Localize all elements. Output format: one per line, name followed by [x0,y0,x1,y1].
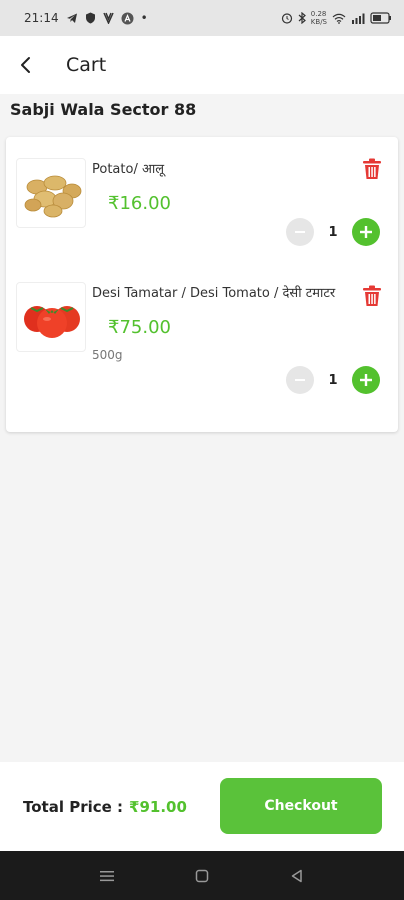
item-price: ₹75.00 [108,317,171,338]
checkout-bar: Total Price : ₹91.00 Checkout [0,762,404,851]
delete-button[interactable] [360,284,384,308]
quantity-stepper: 1 [286,218,380,246]
wifi-icon [332,13,346,24]
home-square-icon [195,869,209,882]
delete-button[interactable] [360,157,384,181]
minus-icon [295,379,305,381]
total-price-label: Total Price : [23,797,124,816]
increase-button[interactable] [352,218,380,246]
vpn-icon [102,12,114,24]
decrease-button[interactable] [286,366,314,394]
quantity-value: 1 [328,372,338,388]
system-nav-bar [0,851,404,900]
item-name: Potato/ आलू [92,162,165,177]
total-price-value: ₹91.00 [129,797,187,816]
trash-icon [363,158,381,179]
potato-image [16,158,86,228]
back-triangle-icon [291,869,302,882]
app-bar: Cart [0,36,404,94]
speed-unit: KB/S [310,18,327,26]
quantity-stepper: 1 [286,366,380,394]
increase-button[interactable] [352,366,380,394]
back-button[interactable] [4,43,48,87]
status-left: 21:14 • [24,11,148,25]
status-right: 0.28 KB/S [281,10,392,26]
battery-icon [370,12,392,24]
signal-icon [351,13,365,24]
cart-item-tomato: Desi Tamatar / Desi Tomato / देसी टमाटर … [6,267,398,417]
item-name: Desi Tamatar / Desi Tomato / देसी टमाटर [92,286,336,301]
minus-icon [295,231,305,233]
shield-icon [85,12,96,24]
tomato-image [16,282,86,352]
nav-menu-button[interactable] [87,856,127,896]
plus-icon [360,374,372,386]
back-arrow-icon [21,57,30,73]
store-name: Sabji Wala Sector 88 [10,100,197,119]
plus-icon [360,226,372,238]
page-title: Cart [66,54,107,76]
network-speed: 0.28 KB/S [311,10,327,26]
bluetooth-icon [298,12,306,24]
nav-back-button[interactable] [277,856,317,896]
status-time: 21:14 [24,11,59,25]
app-a-icon [121,12,134,25]
item-price: ₹16.00 [108,193,171,214]
telegram-icon [66,12,78,24]
menu-icon [100,870,115,881]
cart-list: Potato/ आलू ₹16.00 1 Desi Tamatar / Desi… [6,137,398,432]
speed-value: 0.28 [310,10,327,18]
status-bar: 21:14 • 0.28 KB/S [0,0,404,36]
checkout-button[interactable]: Checkout [220,778,382,834]
cart-item-potato: Potato/ आलू ₹16.00 1 [6,137,398,267]
quantity-value: 1 [328,224,338,240]
decrease-button[interactable] [286,218,314,246]
item-unit: 500g [92,348,123,362]
nav-home-button[interactable] [182,856,222,896]
status-dot: • [140,11,148,25]
trash-icon [363,285,381,306]
alarm-icon [281,12,293,24]
